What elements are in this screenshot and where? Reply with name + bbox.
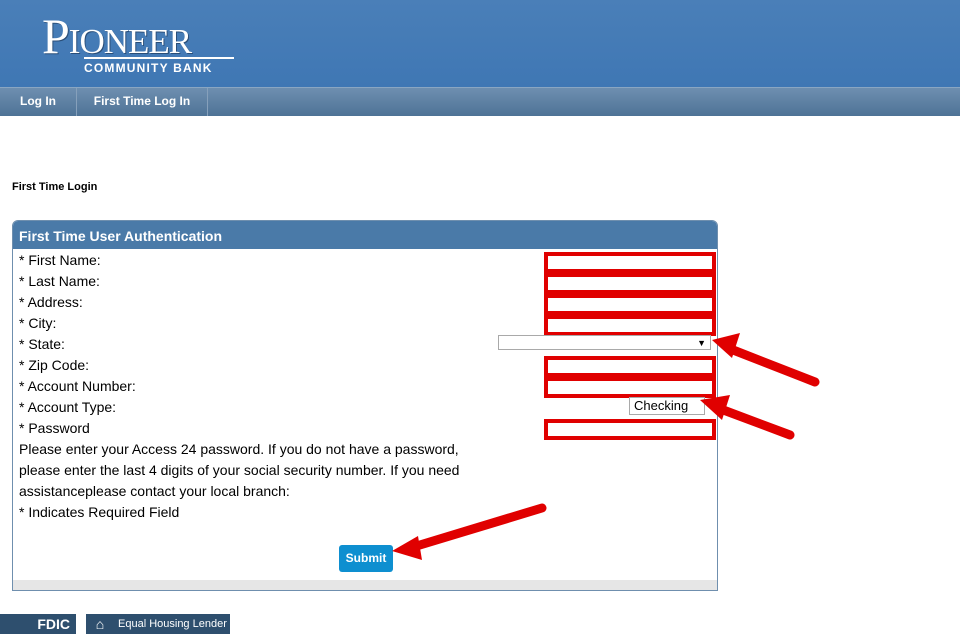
first-name-label: * First Name:: [19, 252, 101, 268]
account-type-label: * Account Type:: [19, 399, 117, 415]
auth-panel: First Time User Authentication * First N…: [12, 220, 718, 591]
help-text-line-3: assistanceplease contact your local bran…: [19, 483, 290, 499]
first-name-field[interactable]: [544, 252, 716, 273]
address-field[interactable]: [544, 294, 716, 315]
house-icon: ⌂: [95, 616, 105, 632]
footer-logos: FDIC ⌂ Equal Housing Lender: [0, 614, 230, 634]
panel-header: First Time User Authentication: [13, 221, 717, 249]
city-label: * City:: [19, 315, 57, 331]
site-header: Pioneer COMMUNITY BANK: [0, 0, 960, 87]
password-label: * Password: [19, 420, 90, 436]
account-type-select[interactable]: Checking: [629, 397, 705, 415]
nav-first-time-log-in[interactable]: First Time Log In: [77, 88, 208, 116]
account-number-label: * Account Number:: [19, 378, 136, 394]
panel-footer: [13, 580, 717, 590]
address-label: * Address:: [19, 294, 83, 310]
city-field[interactable]: [544, 315, 716, 336]
panel-title: First Time User Authentication: [19, 228, 223, 244]
logo-rule: [84, 57, 234, 59]
required-note: * Indicates Required Field: [19, 504, 180, 520]
state-select[interactable]: ▼: [498, 335, 711, 350]
arrow-state-icon: [712, 333, 820, 387]
nav-log-in[interactable]: Log In: [0, 88, 77, 116]
equal-housing-logo: ⌂ Equal Housing Lender: [86, 614, 230, 634]
password-field[interactable]: [544, 419, 716, 440]
submit-button[interactable]: Submit: [339, 545, 393, 572]
help-text-line-1: Please enter your Access 24 password. If…: [19, 441, 459, 457]
help-text-line-2: please enter the last 4 digits of your s…: [19, 462, 460, 478]
equal-housing-text: Equal Housing Lender: [118, 618, 227, 630]
zip-code-field[interactable]: [544, 356, 716, 377]
fdic-logo: FDIC: [0, 614, 76, 634]
bank-logo[interactable]: Pioneer COMMUNITY BANK: [40, 8, 240, 78]
last-name-label: * Last Name:: [19, 273, 100, 289]
last-name-field[interactable]: [544, 273, 716, 294]
main-nav: Log In First Time Log In: [0, 87, 960, 116]
page-title: First Time Login: [12, 181, 98, 193]
logo-subtitle: COMMUNITY BANK: [84, 61, 213, 75]
caret-down-icon: ▼: [697, 338, 706, 348]
state-label: * State:: [19, 336, 65, 352]
zip-label: * Zip Code:: [19, 357, 90, 373]
account-number-field[interactable]: [544, 377, 716, 398]
